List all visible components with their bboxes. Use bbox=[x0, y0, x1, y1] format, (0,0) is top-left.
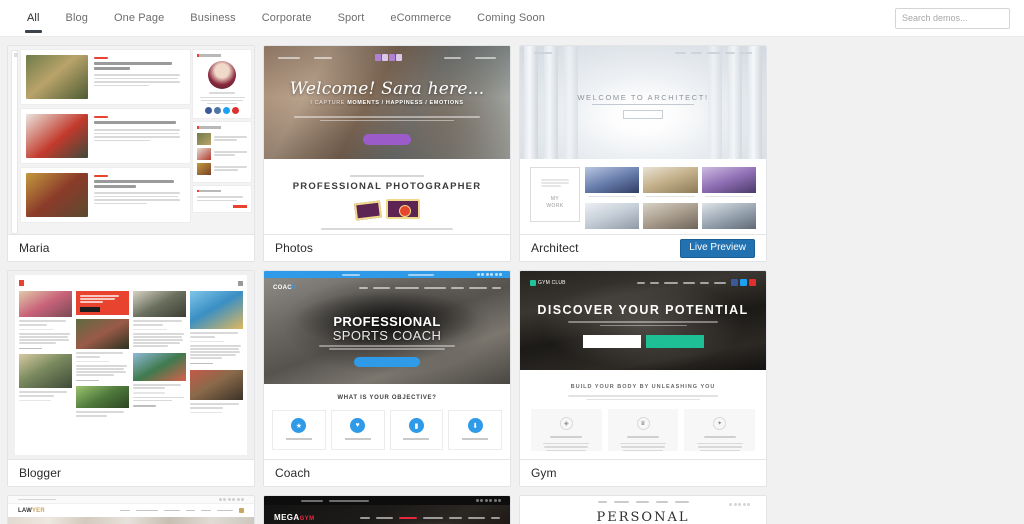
photos-hero-subtitle: I CAPTURE MOMENTS / HAPPINESS / EMOTIONS bbox=[310, 100, 464, 106]
tab-all[interactable]: All bbox=[14, 0, 53, 37]
demo-title-architect: Architect bbox=[531, 241, 579, 255]
gym-learn-more-button bbox=[582, 335, 641, 348]
preview-side-rail bbox=[11, 50, 18, 234]
demo-card-photos[interactable]: Welcome! Sara here... I CAPTURE MOMENTS … bbox=[263, 45, 511, 262]
tab-sport[interactable]: Sport bbox=[325, 0, 378, 37]
demo-grid: Maria Welcome! Sara here... I CAPTURE MO… bbox=[0, 37, 1024, 524]
demo-card-architect[interactable]: WELCOME TO ARCHITECT! MY WORK Architect … bbox=[519, 45, 767, 262]
lawyer-logo: LAWYER bbox=[18, 507, 45, 514]
category-tabs: All Blog One Page Business Corporate Spo… bbox=[14, 0, 558, 36]
architect-my-work-card: MY WORK bbox=[530, 167, 580, 222]
demo-filter-header: All Blog One Page Business Corporate Spo… bbox=[0, 0, 1024, 37]
preview-widget-recent bbox=[193, 122, 251, 182]
coach-feature: ▮ bbox=[389, 410, 444, 450]
demo-card-footer: Coach bbox=[264, 459, 510, 486]
tab-business-label: Business bbox=[190, 11, 236, 24]
architect-hero-button bbox=[623, 110, 663, 119]
coach-logo: COACH bbox=[273, 285, 297, 291]
preview-post bbox=[21, 168, 190, 222]
personal-title: PERSONAL bbox=[596, 509, 690, 524]
coach-feature: ★ bbox=[272, 410, 326, 450]
tab-blog-label: Blog bbox=[65, 11, 88, 24]
architect-hero-title: WELCOME TO ARCHITECT! bbox=[577, 93, 709, 102]
tab-coming-soon[interactable]: Coming Soon bbox=[464, 0, 558, 37]
photo-stack-icon bbox=[353, 200, 382, 221]
demo-preview-maria bbox=[8, 46, 254, 234]
preview-post bbox=[21, 109, 190, 163]
demo-card-gym[interactable]: GYM CLUB DISCOVER YOUR POTENTIAL BUILD Y… bbox=[519, 270, 767, 487]
demo-preview-blogger bbox=[8, 271, 254, 459]
photos-section-kicker bbox=[350, 175, 424, 177]
demo-preview-architect: WELCOME TO ARCHITECT! MY WORK bbox=[520, 46, 766, 234]
gym-feature: ✦ bbox=[684, 409, 756, 451]
tab-sport-label: Sport bbox=[337, 11, 365, 24]
demo-card-footer: Photos bbox=[264, 234, 510, 261]
coach-hero-title-1: PROFESSIONAL bbox=[333, 314, 441, 329]
demo-card-personal[interactable]: PERSONAL bbox=[519, 495, 767, 524]
architect-work-label-1: MY bbox=[550, 196, 560, 202]
architect-work-label-2: WORK bbox=[546, 203, 564, 209]
demo-title-maria: Maria bbox=[19, 241, 50, 255]
demo-card-maria[interactable]: Maria bbox=[7, 45, 255, 262]
photos-section-title: PROFESSIONAL PHOTOGRAPHER bbox=[292, 181, 482, 192]
live-preview-button[interactable]: Live Preview bbox=[680, 238, 755, 258]
tab-coming-soon-label: Coming Soon bbox=[477, 11, 545, 24]
camera-icon bbox=[385, 199, 420, 219]
demo-title-gym: Gym bbox=[531, 466, 557, 480]
star-icon: ★ bbox=[291, 418, 307, 433]
demo-preview-megagym: MEGAGYM ATHLETE'S TRAINING GOALS TRAIN T… bbox=[264, 496, 510, 524]
search-container bbox=[895, 7, 1010, 29]
demo-preview-gym: GYM CLUB DISCOVER YOUR POTENTIAL BUILD Y… bbox=[520, 271, 766, 459]
coach-feature: ⬇ bbox=[448, 410, 502, 450]
tab-ecommerce-label: eCommerce bbox=[390, 11, 452, 24]
demo-card-footer: Maria bbox=[8, 234, 254, 261]
gym-logo: GYM CLUB bbox=[530, 279, 566, 286]
preview-widget-categories bbox=[193, 185, 251, 212]
photos-hero-button bbox=[363, 134, 411, 145]
tab-ecommerce[interactable]: eCommerce bbox=[377, 0, 464, 37]
download-icon: ⬇ bbox=[467, 418, 483, 433]
demo-title-coach: Coach bbox=[275, 466, 311, 480]
shield-icon: ◈ bbox=[559, 417, 573, 430]
coach-feature: ♥ bbox=[330, 410, 385, 450]
gym-hero-title: DISCOVER YOUR POTENTIAL bbox=[537, 303, 749, 317]
demo-card-footer: Blogger bbox=[8, 459, 254, 486]
tab-one-page[interactable]: One Page bbox=[101, 0, 177, 37]
gym-join-today-button bbox=[645, 335, 704, 348]
demo-preview-photos: Welcome! Sara here... I CAPTURE MOMENTS … bbox=[264, 46, 510, 234]
tab-business[interactable]: Business bbox=[177, 0, 248, 37]
gym-feature: ♛ bbox=[607, 409, 679, 451]
preview-post bbox=[21, 50, 190, 104]
demo-title-photos: Photos bbox=[275, 241, 313, 255]
demo-card-lawyer[interactable]: LAWYER We Are Lawyers Justice bbox=[7, 495, 255, 524]
tab-one-page-label: One Page bbox=[113, 11, 165, 24]
demo-preview-lawyer: LAWYER We Are Lawyers Justice bbox=[8, 496, 254, 524]
demo-card-megagym[interactable]: MEGAGYM ATHLETE'S TRAINING GOALS TRAIN T… bbox=[263, 495, 511, 524]
tab-corporate[interactable]: Corporate bbox=[249, 0, 325, 37]
coach-hero-button bbox=[354, 357, 420, 367]
gym-feature: ◈ bbox=[531, 409, 602, 451]
demo-card-footer: Gym bbox=[520, 459, 766, 486]
tab-blog[interactable]: Blog bbox=[53, 0, 101, 37]
photos-logo-icon bbox=[374, 54, 402, 61]
tab-corporate-label: Corporate bbox=[261, 11, 312, 24]
coach-hero-title-2: SPORTS COACH bbox=[332, 328, 442, 343]
medal-icon: ✦ bbox=[713, 417, 727, 430]
demo-card-coach[interactable]: COACH PROFESSIONAL SPORTS COACH WHAT IS … bbox=[263, 270, 511, 487]
photos-hero-title: Welcome! Sara here... bbox=[289, 79, 485, 99]
demo-preview-coach: COACH PROFESSIONAL SPORTS COACH WHAT IS … bbox=[264, 271, 510, 459]
gym-section-title: BUILD YOUR BODY BY UNLEASHING YOU bbox=[570, 384, 716, 390]
megagym-logo: MEGAGYM bbox=[274, 513, 315, 522]
trophy-icon: ♛ bbox=[636, 417, 650, 430]
heart-icon: ♥ bbox=[350, 418, 366, 433]
demo-preview-personal: PERSONAL bbox=[520, 496, 766, 524]
dumbbell-icon: ▮ bbox=[408, 418, 424, 433]
demo-card-footer: Architect Live Preview bbox=[520, 234, 766, 261]
search-input[interactable] bbox=[895, 7, 1010, 29]
gym-social-icons bbox=[731, 279, 756, 286]
tab-all-label: All bbox=[27, 11, 40, 24]
demo-card-blogger[interactable]: Blogger bbox=[7, 270, 255, 487]
preview-widget-about bbox=[193, 50, 251, 118]
demo-title-blogger: Blogger bbox=[19, 466, 62, 480]
